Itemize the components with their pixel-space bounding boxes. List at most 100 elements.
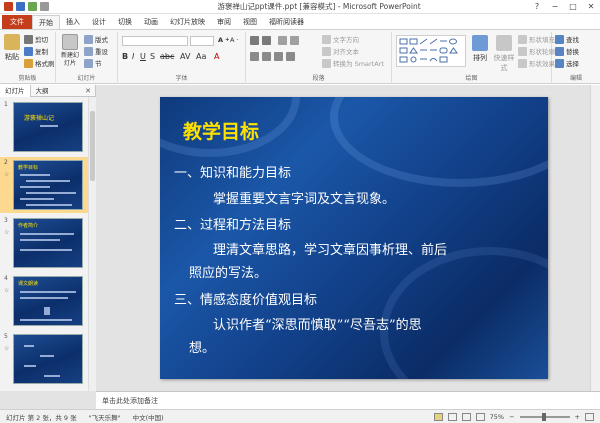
layout-button[interactable]: 版式 (84, 34, 108, 44)
slide-sorter-view-icon[interactable] (447, 412, 457, 421)
slide-scrollbar[interactable] (590, 85, 600, 391)
char-spacing-button[interactable]: AV (180, 52, 190, 61)
justify-button[interactable] (286, 52, 295, 61)
panel-scrollbar[interactable] (88, 97, 96, 391)
smartart-button[interactable]: 转换为 SmartArt (322, 58, 384, 68)
underline-button[interactable]: U (140, 52, 146, 61)
align-text-button[interactable]: 对齐文本 (322, 46, 359, 56)
help-icon[interactable]: ? (528, 0, 546, 14)
strikethrough-button[interactable]: abc (160, 52, 174, 61)
language-status[interactable]: 中文(中国) (127, 412, 170, 422)
tab-slides-panel[interactable]: 幻灯片 (0, 84, 31, 97)
tab-file[interactable]: 文件 (2, 15, 32, 29)
slide-thumbnail-3[interactable]: 3 ☆ 作者简介 (0, 215, 88, 271)
slide-bullet-text[interactable]: 照应的写法。 (189, 262, 267, 281)
shapes-gallery[interactable] (396, 35, 466, 67)
increase-indent-button[interactable] (290, 36, 299, 45)
zoom-slider[interactable] (519, 412, 570, 421)
shape-outline-button[interactable]: 形状轮廓 (518, 46, 555, 56)
zoom-slider-knob[interactable] (541, 412, 546, 421)
theme-status[interactable]: "飞天乐舞" (83, 412, 127, 422)
shape-effects-button[interactable]: 形状效果 (518, 58, 555, 68)
close-panel-icon[interactable]: ✕ (85, 87, 91, 95)
work-area: 幻灯片 大纲 ✕ 1 游褒禅山记 2 ☆ 教学目标 3 ☆ 作者简介 4 ☆ 课… (0, 84, 600, 409)
notes-pane[interactable]: 单击此处添加备注 (96, 391, 600, 409)
undo-icon[interactable] (28, 2, 37, 11)
paste-button[interactable]: 粘贴 (3, 34, 21, 62)
cut-button[interactable]: 剪切 (24, 34, 48, 44)
find-button[interactable]: 查找 (555, 34, 579, 44)
slide-title[interactable]: 教学目标 (183, 117, 259, 144)
italic-button[interactable]: I (132, 52, 134, 61)
numbering-button[interactable] (262, 36, 271, 45)
grow-font-button[interactable]: A + (218, 36, 230, 44)
slide-thumbnail-5[interactable]: 5 ☆ (0, 331, 88, 387)
slide-bullet-text[interactable]: 掌握重要文言字词及文言现象。 (213, 188, 395, 207)
bullets-button[interactable] (250, 36, 259, 45)
arrange-button[interactable]: 排列 (470, 35, 490, 63)
font-size-combo[interactable] (190, 36, 214, 46)
tab-transitions[interactable]: 切换 (112, 15, 138, 29)
slide-thumbnail-2[interactable]: 2 ☆ 教学目标 (0, 157, 88, 213)
tab-slideshow[interactable]: 幻灯片放映 (164, 15, 211, 29)
tab-outline-panel[interactable]: 大纲 (31, 85, 54, 97)
change-case-button[interactable]: Aa (196, 52, 206, 61)
slide-bullet-text[interactable]: 认识作者“深思而慎取”“尽吾志”的思 (213, 314, 422, 333)
select-button[interactable]: 选择 (555, 58, 579, 68)
zoom-in-icon[interactable]: + (575, 413, 580, 421)
slide-bullet-text[interactable]: 理清文章思路，学习文章因事析理、前后 (213, 239, 447, 258)
text-direction-button[interactable]: 文字方向 (322, 34, 359, 44)
slide-thumbnail-1[interactable]: 1 游褒禅山记 (0, 99, 88, 155)
shapes-gallery-icons (399, 38, 458, 63)
align-right-button[interactable] (274, 52, 283, 61)
replace-button[interactable]: 替换 (555, 46, 579, 56)
slideshow-view-icon[interactable] (475, 412, 485, 421)
close-icon[interactable]: ✕ (582, 0, 600, 14)
thumb-text-line (24, 345, 34, 347)
section-button[interactable]: 节 (84, 58, 102, 68)
tab-review[interactable]: 审阅 (211, 15, 237, 29)
slide-thumbnail-6[interactable]: 6 (0, 389, 88, 391)
normal-view-icon[interactable] (433, 412, 443, 421)
reset-button[interactable]: 重设 (84, 46, 108, 56)
quick-styles-button[interactable]: 快速样式 (492, 35, 516, 73)
tab-foxit[interactable]: 福昕阅读器 (263, 15, 310, 29)
tab-home[interactable]: 开始 (32, 15, 60, 29)
tab-view[interactable]: 视图 (237, 15, 263, 29)
bold-button[interactable]: B (122, 52, 128, 61)
redo-icon[interactable] (40, 2, 49, 11)
tab-insert[interactable]: 插入 (60, 15, 86, 29)
align-center-button[interactable] (262, 52, 271, 61)
tab-design[interactable]: 设计 (86, 15, 112, 29)
slide-canvas[interactable]: 教学目标 一、知识和能力目标 掌握重要文言字词及文言现象。 二、过程和方法目标 … (160, 97, 548, 379)
app-icon[interactable] (4, 2, 13, 11)
minimize-icon[interactable]: − (546, 0, 564, 14)
shape-fill-icon (518, 34, 527, 44)
shrink-font-button[interactable]: A- (230, 36, 238, 44)
zoom-level[interactable]: 75% (490, 413, 504, 421)
maximize-icon[interactable]: □ (564, 0, 582, 14)
slide-swirl-decoration (380, 247, 548, 379)
slide-bullet-heading[interactable]: 二、过程和方法目标 (174, 214, 291, 233)
slide-bullet-heading[interactable]: 三、情感态度价值观目标 (174, 289, 317, 308)
tab-animations[interactable]: 动画 (138, 15, 164, 29)
font-name-combo[interactable] (122, 36, 188, 46)
save-icon[interactable] (16, 2, 25, 11)
new-slide-button[interactable]: 新建幻灯片 (59, 34, 81, 68)
shadow-button[interactable]: S (150, 52, 155, 61)
font-color-button[interactable]: A (214, 52, 219, 61)
new-slide-icon (62, 34, 78, 50)
reading-view-icon[interactable] (461, 412, 471, 421)
panel-scroll-thumb[interactable] (90, 111, 95, 181)
decrease-indent-button[interactable] (278, 36, 287, 45)
zoom-out-icon[interactable]: − (509, 413, 514, 421)
shape-fill-button[interactable]: 形状填充 (518, 34, 555, 44)
slide-bullet-text[interactable]: 想。 (189, 337, 215, 356)
fit-slide-icon[interactable] (585, 412, 594, 421)
copy-button[interactable]: 复制 (24, 46, 48, 56)
format-painter-button[interactable]: 格式刷 (24, 58, 55, 68)
align-left-button[interactable] (250, 52, 259, 61)
drawing-group-label: 绘图 (465, 75, 478, 82)
slide-bullet-heading[interactable]: 一、知识和能力目标 (174, 162, 291, 181)
slide-thumbnail-4[interactable]: 4 ☆ 课文朗读 (0, 273, 88, 329)
